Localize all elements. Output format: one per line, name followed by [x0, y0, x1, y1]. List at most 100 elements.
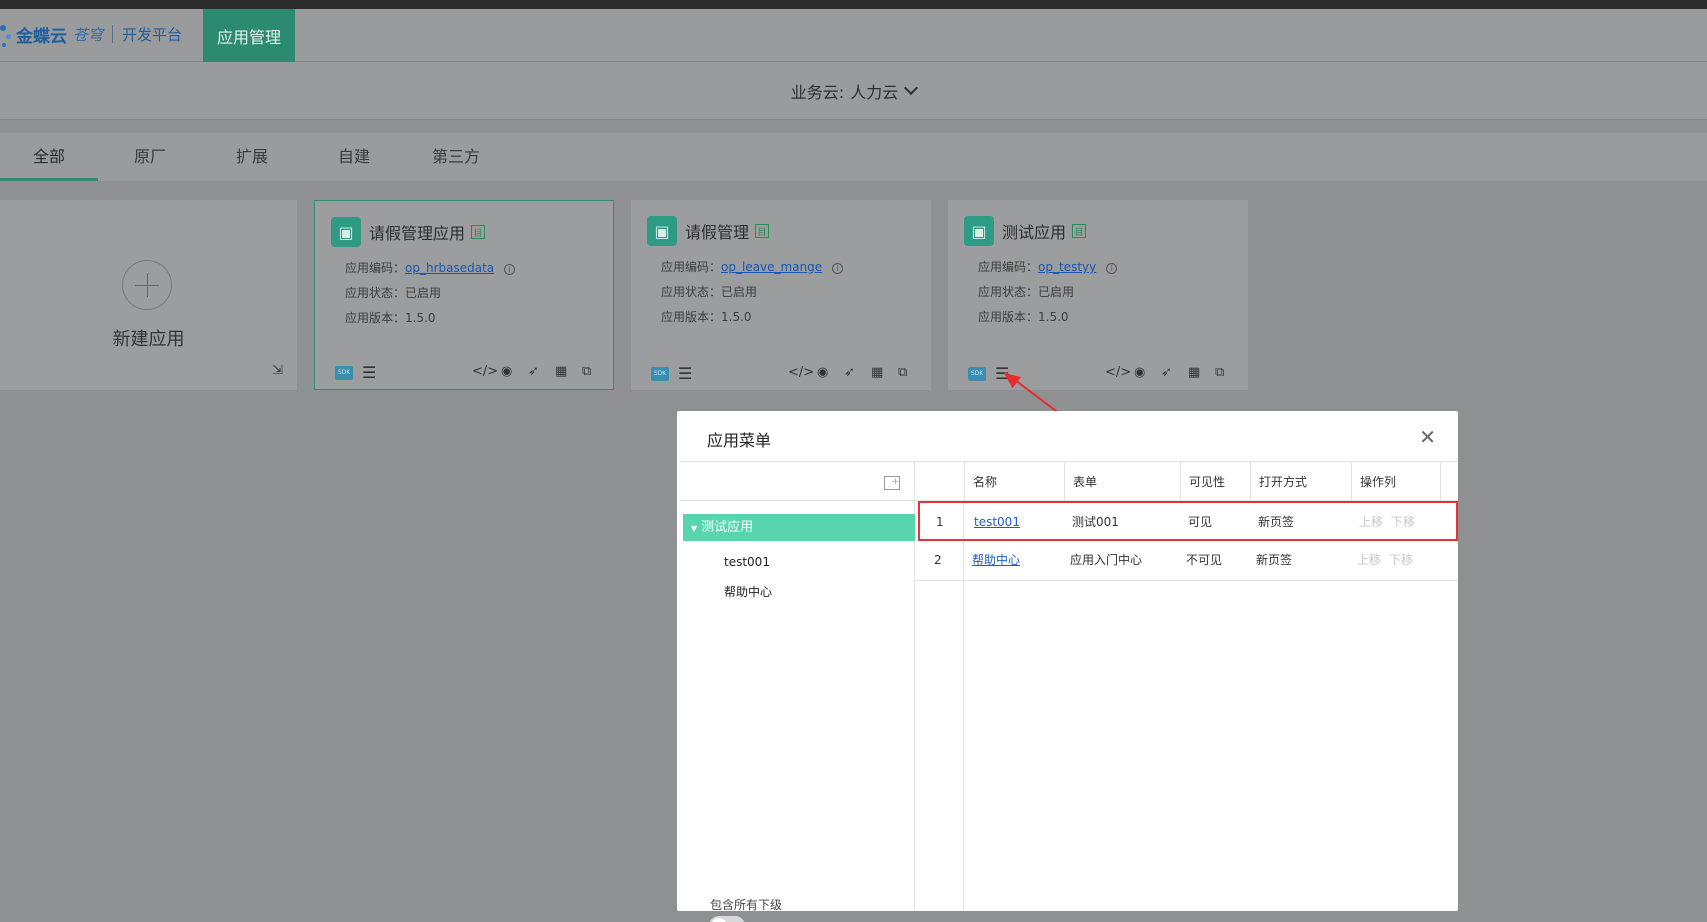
tab-original[interactable]: 原厂	[110, 133, 190, 181]
app-card[interactable]: ▣ 请假管理 目 应用编码：op_leave_mange i 应用状态：已启用 应…	[631, 200, 931, 390]
app-status-line: 应用状态：已启用	[661, 283, 757, 300]
col-header-actions[interactable]: 操作列	[1351, 462, 1441, 502]
code-icon[interactable]: </>	[1105, 365, 1131, 380]
move-down-button[interactable]: 下移	[1391, 503, 1415, 541]
business-cloud-selector[interactable]: 业务云: 人力云	[0, 62, 1707, 120]
row-open-mode: 新页签	[1256, 553, 1293, 567]
tab-extension[interactable]: 扩展	[212, 133, 292, 181]
open-external-icon[interactable]: ⧉	[582, 364, 591, 379]
card-toolbar: SDK ☰ </> ◉ ➶ ▦ ⧉	[631, 360, 931, 390]
app-version-value: 1.5.0	[1038, 310, 1069, 324]
col-header-open-mode[interactable]: 打开方式	[1250, 462, 1351, 502]
col-header-name[interactable]: 名称	[964, 462, 1064, 502]
close-icon[interactable]: ✕	[1419, 425, 1436, 449]
import-icon[interactable]: ⇲	[272, 363, 283, 378]
col-header-visibility[interactable]: 可见性	[1180, 462, 1250, 502]
new-app-card[interactable]: 新建应用 ⇲	[0, 200, 297, 390]
sdk-icon[interactable]: SDK	[651, 367, 669, 381]
tab-all[interactable]: 全部	[0, 133, 98, 181]
platform-name: 开发平台	[122, 25, 183, 44]
sdk-icon[interactable]: SDK	[968, 367, 986, 381]
row-open-mode: 新页签	[1258, 515, 1295, 529]
nav-app-management[interactable]: 应用管理	[203, 9, 295, 62]
app-status-value: 已启用	[1038, 285, 1075, 299]
app-badge-icon: 目	[1072, 224, 1087, 238]
app-cube-icon: ▣	[331, 217, 361, 247]
layout-icon[interactable]: ▦	[871, 365, 883, 380]
eye-icon[interactable]: ◉	[817, 365, 828, 380]
row-visibility: 可见	[1188, 515, 1213, 529]
include-subordinates-toggle[interactable]	[709, 916, 745, 922]
app-card[interactable]: ▣ 请假管理应用 目 应用编码：op_hrbasedata i 应用状态：已启用 …	[314, 200, 614, 390]
info-icon[interactable]: i	[504, 264, 516, 275]
app-title: 请假管理	[685, 223, 750, 242]
caret-down-icon[interactable]: ▼	[691, 524, 697, 533]
app-version-value: 1.5.0	[721, 310, 752, 324]
menu-list-icon[interactable]: ☰	[362, 363, 376, 382]
app-status-value: 已启用	[405, 286, 442, 300]
app-version-line: 应用版本：1.5.0	[661, 308, 752, 325]
plus-icon[interactable]	[122, 260, 172, 310]
menu-list-icon[interactable]: ☰	[678, 364, 692, 383]
chevron-down-icon	[904, 80, 919, 95]
eye-icon[interactable]: ◉	[1134, 365, 1145, 380]
app-status-line: 应用状态：已启用	[978, 283, 1074, 300]
row-form: 测试001	[1072, 515, 1119, 529]
open-external-icon[interactable]: ⧉	[898, 365, 907, 380]
app-status-label: 应用状态：	[978, 285, 1039, 299]
app-version-line: 应用版本：1.5.0	[978, 308, 1069, 325]
table-row[interactable]: 1 test001 测试001 可见 新页签 上移 下移	[918, 501, 1458, 541]
app-code-line: 应用编码：op_testyy i	[978, 258, 1118, 275]
active-tab-indicator	[0, 178, 98, 181]
brand-logo[interactable]: 金蝶云 苍穹 开发平台	[0, 19, 182, 49]
tree-root-node[interactable]: ▼ 测试应用	[683, 514, 915, 541]
row-name-link[interactable]: test001	[974, 503, 1020, 541]
app-status-label: 应用状态：	[661, 285, 722, 299]
col-header-form[interactable]: 表单	[1064, 462, 1180, 502]
menu-tree-pane: + ▼ 测试应用 test001 帮助中心 包含所有下级	[680, 461, 915, 922]
move-up-button[interactable]: 上移	[1359, 503, 1383, 541]
add-node-icon[interactable]: +	[884, 476, 900, 490]
publish-icon[interactable]: ➶	[528, 364, 539, 379]
app-code-line: 应用编码：op_hrbasedata i	[345, 259, 516, 276]
tree-child-node[interactable]: test001	[724, 555, 770, 569]
publish-icon[interactable]: ➶	[1161, 365, 1172, 380]
info-icon[interactable]: i	[1106, 263, 1118, 274]
grid-header: 名称 表单 可见性 打开方式 操作列	[915, 461, 1458, 502]
open-external-icon[interactable]: ⧉	[1215, 365, 1224, 380]
layout-icon[interactable]: ▦	[555, 364, 567, 379]
app-code-link[interactable]: op_hrbasedata	[405, 261, 494, 275]
eye-icon[interactable]: ◉	[501, 364, 512, 379]
publish-icon[interactable]: ➶	[844, 365, 855, 380]
app-code-line: 应用编码：op_leave_mange i	[661, 258, 844, 275]
app-cube-icon: ▣	[647, 216, 677, 246]
tree-child-node[interactable]: 帮助中心	[724, 583, 772, 600]
brand-name: 金蝶云	[16, 26, 67, 47]
move-up-button[interactable]: 上移	[1357, 541, 1381, 579]
table-row[interactable]: 2 帮助中心 应用入门中心 不可见 新页签 上移 下移	[915, 541, 1458, 581]
app-menu-dialog: 应用菜单 ✕ + ▼ 测试应用 test001 帮助中心 包含所有下级 名称 表单…	[677, 411, 1458, 922]
app-code-label: 应用编码：	[661, 260, 722, 274]
app-code-label: 应用编码：	[978, 260, 1039, 274]
tab-self-built[interactable]: 自建	[314, 133, 394, 181]
app-code-link[interactable]: op_leave_mange	[721, 260, 822, 274]
info-icon[interactable]: i	[832, 263, 844, 274]
app-card[interactable]: ▣ 测试应用 目 应用编码：op_testyy i 应用状态：已启用 应用版本：1…	[948, 200, 1248, 390]
brand-sub: 苍穹	[73, 25, 104, 44]
row-name-link[interactable]: 帮助中心	[972, 541, 1020, 579]
app-version-line: 应用版本：1.5.0	[345, 309, 436, 326]
app-filter-tabs: 全部 原厂 扩展 自建 第三方	[0, 133, 1707, 181]
app-badge-icon: 目	[471, 225, 486, 239]
move-down-button[interactable]: 下移	[1389, 541, 1413, 579]
app-code-link[interactable]: op_testyy	[1038, 260, 1096, 274]
code-icon[interactable]: </>	[472, 364, 498, 379]
code-icon[interactable]: </>	[788, 365, 814, 380]
sdk-icon[interactable]: SDK	[335, 366, 353, 380]
layout-icon[interactable]: ▦	[1188, 365, 1200, 380]
app-code-label: 应用编码：	[345, 261, 406, 275]
app-version-label: 应用版本：	[345, 311, 406, 325]
card-toolbar: SDK ☰ </> ◉ ➶ ▦ ⧉	[948, 360, 1248, 390]
app-version-label: 应用版本：	[661, 310, 722, 324]
app-title: 测试应用	[1002, 223, 1067, 242]
tab-third-party[interactable]: 第三方	[416, 133, 496, 181]
